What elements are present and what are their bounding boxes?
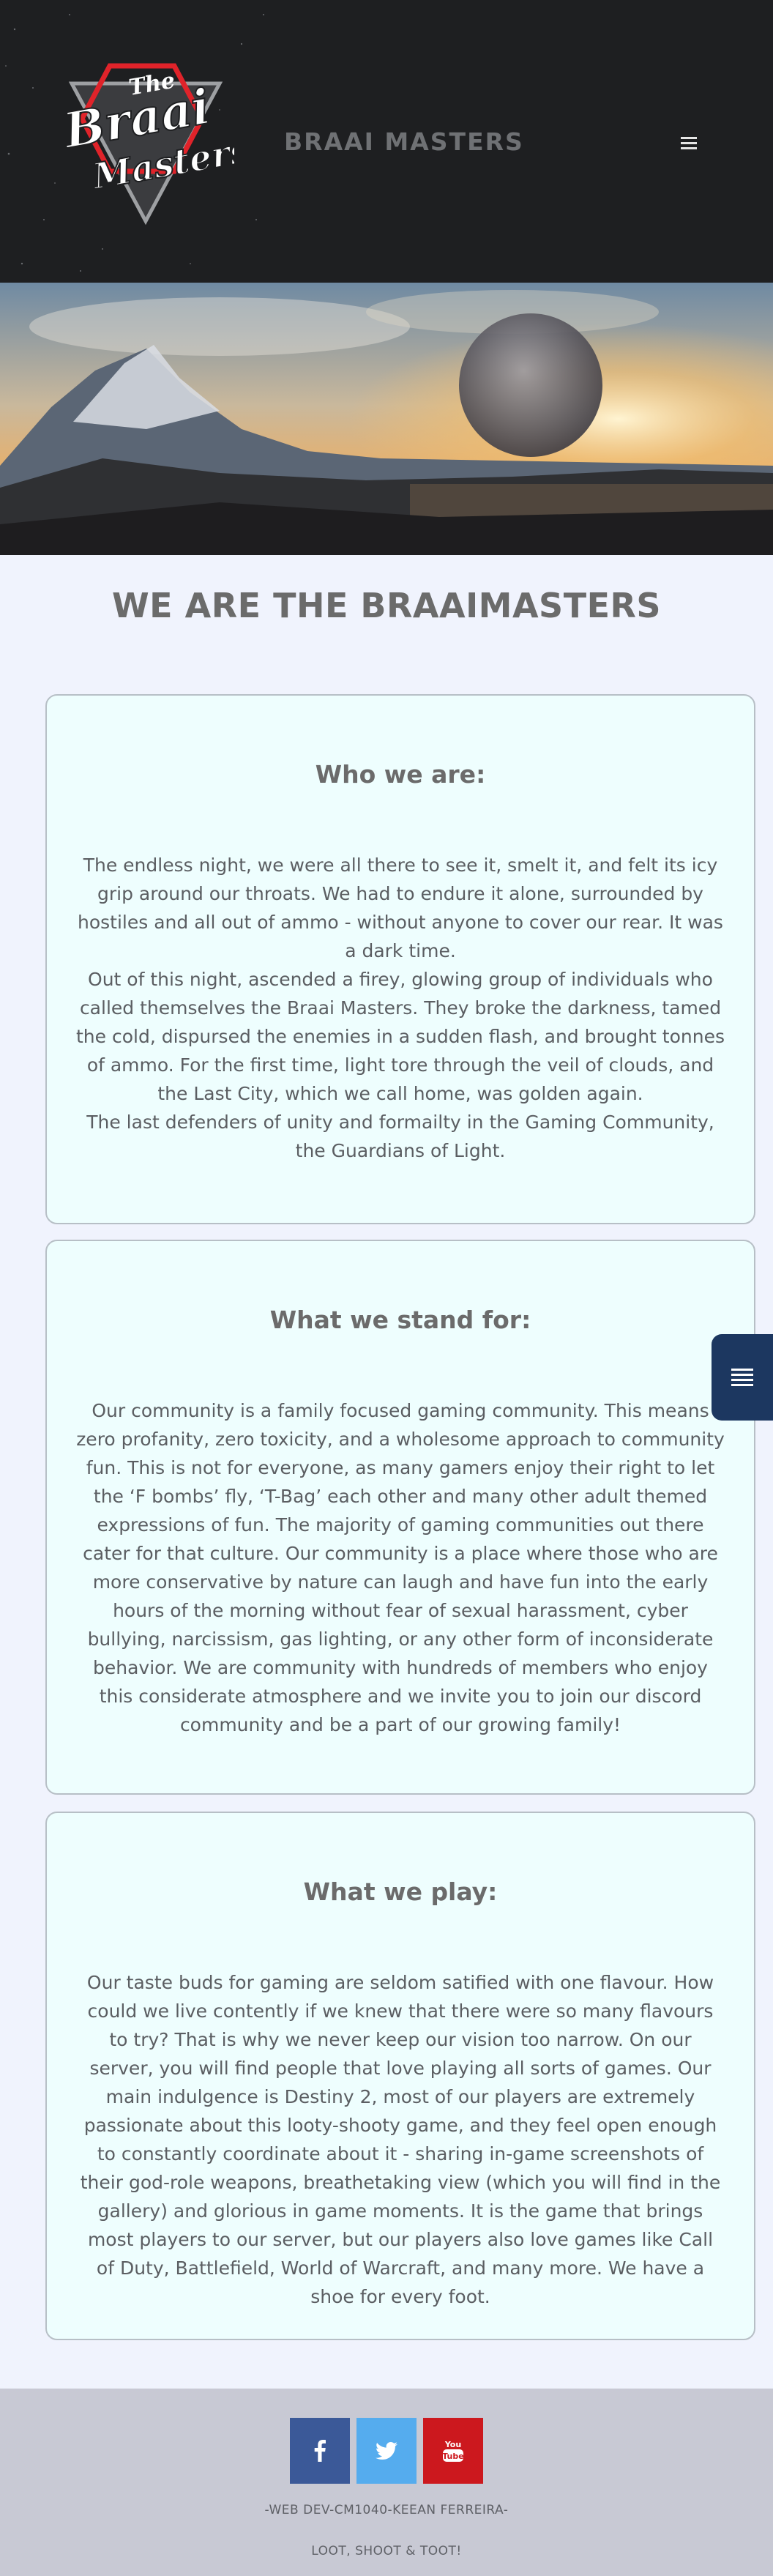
card-title: Who we are: — [315, 760, 486, 789]
card-paragraph: Our community is a family focused gaming… — [76, 1400, 725, 1735]
card-what-we-stand-for: What we stand for: Our community is a fa… — [45, 1240, 755, 1795]
footer-tagline: LOOT, SHOOT & TOOT! — [311, 2544, 462, 2558]
facebook-button[interactable] — [290, 2418, 350, 2484]
card-paragraph: The endless night, we were all there to … — [78, 855, 723, 961]
page-title: WE ARE THE BRAAIMASTERS — [111, 586, 662, 625]
card-who-we-are: Who we are: The endless night, we were a… — [45, 694, 755, 1224]
card-paragraph: The last defenders of unity and formailt… — [86, 1112, 714, 1161]
youtube-icon: You Tube — [442, 2440, 464, 2462]
twitter-button[interactable] — [356, 2418, 417, 2484]
menu-button[interactable] — [675, 130, 703, 155]
card-body: Our community is a family focused gaming… — [76, 1396, 725, 1739]
twitter-bird-icon — [376, 2442, 397, 2460]
side-navigation-tab[interactable] — [712, 1334, 773, 1421]
svg-text:Tube: Tube — [442, 2452, 463, 2461]
braai-masters-logo[interactable]: The Braai Masters — [51, 51, 234, 227]
site-header: The Braai Masters BRAAI MASTERS — [0, 0, 773, 283]
card-body: The endless night, we were all there to … — [76, 851, 725, 1165]
site-brand-name[interactable]: BRAAI MASTERS — [284, 127, 524, 156]
card-title: What we stand for: — [269, 1306, 531, 1334]
card-title: What we play: — [303, 1877, 498, 1906]
site-footer: You Tube -WEB DEV-CM1040-KEEAN FERREIRA-… — [0, 2389, 773, 2576]
planet-landscape-image — [0, 283, 773, 555]
hero-banner — [0, 283, 773, 555]
card-paragraph: Out of this night, ascended a firey, glo… — [76, 969, 725, 1104]
svg-text:You: You — [444, 2440, 461, 2449]
list-icon — [731, 1369, 753, 1386]
youtube-button[interactable]: You Tube — [423, 2418, 483, 2484]
hamburger-icon — [681, 137, 697, 149]
footer-credit: -WEB DEV-CM1040-KEEAN FERREIRA- — [264, 2503, 509, 2517]
facebook-icon — [314, 2440, 326, 2462]
card-what-we-play: What we play: Our taste buds for gaming … — [45, 1812, 755, 2340]
card-paragraph: Our taste buds for gaming are seldom sat… — [80, 1972, 721, 2307]
card-body: Our taste buds for gaming are seldom sat… — [76, 1968, 725, 2311]
